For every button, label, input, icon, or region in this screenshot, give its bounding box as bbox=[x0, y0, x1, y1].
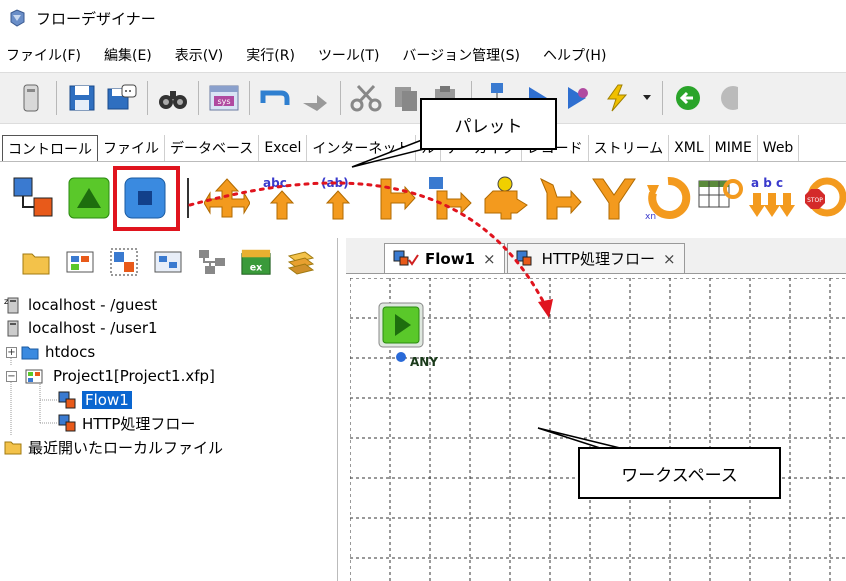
palette-callout: パレット bbox=[420, 98, 557, 150]
workspace-callout: ワークスペース bbox=[578, 447, 781, 499]
